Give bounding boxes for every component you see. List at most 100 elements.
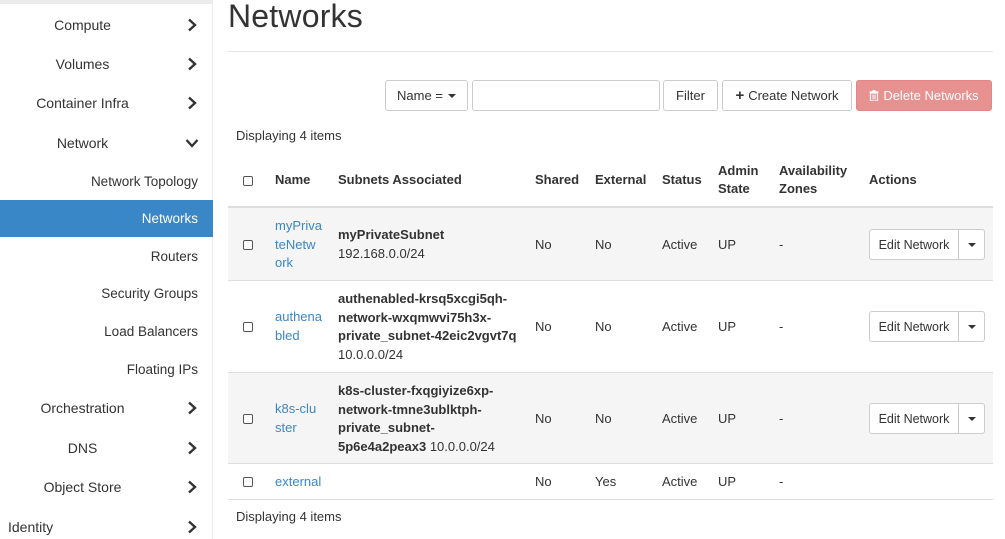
sidebar-item-label: Network: [56, 134, 109, 151]
filter-input[interactable]: [472, 80, 660, 111]
network-name-link[interactable]: myPriva teNetw ork: [275, 217, 322, 273]
subnet-name: network-tmne3ublktph-: [338, 401, 482, 417]
sidebar-item-orchestration[interactable]: Orchestration: [0, 389, 213, 426]
column-header-shared[interactable]: Shared: [535, 171, 579, 189]
row-actions: Edit Network: [869, 311, 985, 342]
delete-networks-button[interactable]: Delete Networks: [856, 80, 992, 111]
column-header-actions: Actions: [869, 172, 917, 187]
network-name-line: ster: [275, 419, 297, 435]
sidebar-item-dns[interactable]: DNS: [0, 429, 213, 466]
title-divider: [228, 51, 993, 52]
item-count-bottom: Displaying 4 items: [236, 509, 342, 524]
network-name-line: teNetw: [275, 236, 316, 252]
edit-network-button[interactable]: Edit Network: [869, 311, 959, 342]
sidebar-item-load-balancers[interactable]: Load Balancers: [0, 313, 213, 350]
sidebar-item-object-store[interactable]: Object Store: [0, 468, 213, 505]
sidebar-item-label: Volumes: [55, 55, 110, 72]
filter-field-select[interactable]: Name =: [385, 80, 468, 111]
subnet-name: myPrivateSubnet: [338, 227, 445, 242]
sidebar-item-identity[interactable]: Identity: [0, 508, 213, 539]
row-checkbox[interactable]: [243, 322, 253, 332]
filter-button[interactable]: Filter: [663, 80, 718, 111]
table-row: myPriva teNetw ork myPrivateSubnet 192.1…: [228, 208, 993, 281]
sidebar-item-container-infra[interactable]: Container Infra: [0, 84, 213, 121]
table-row: external No Yes Active UP -: [228, 464, 993, 500]
zones-cell: -: [779, 411, 784, 426]
chevron-right-icon: [188, 57, 197, 70]
column-header-availability-zones[interactable]: Availability Zones: [779, 162, 847, 198]
caret-down-icon: [447, 93, 456, 98]
actions-dropdown-toggle[interactable]: [959, 229, 985, 260]
network-name-line: myPriva: [275, 218, 322, 233]
sidebar-item-volumes[interactable]: Volumes: [0, 45, 213, 82]
shared-cell: No: [535, 474, 552, 489]
column-header-subnets[interactable]: Subnets Associated: [338, 171, 462, 189]
plus-icon: +: [735, 87, 745, 104]
admin-state-cell: UP: [718, 411, 737, 426]
subnet-name: private_subnet-42eic2vgvt7q: [338, 328, 517, 343]
column-header-admin-state[interactable]: Admin State: [718, 162, 758, 198]
subnet-name: 5p6e4a2peax3: [338, 438, 427, 454]
chevron-down-icon: [185, 138, 199, 148]
subnet-cidr: 192.168.0.0/24: [338, 245, 425, 261]
external-cell: No: [595, 319, 612, 334]
chevron-right-icon: [188, 18, 197, 31]
column-header-external[interactable]: External: [595, 171, 646, 189]
sidebar-item-network[interactable]: Network: [0, 124, 213, 161]
row-checkbox[interactable]: [243, 240, 253, 250]
subnets-cell: k8s-cluster-fxqgiyize6xp- network-tmne3u…: [338, 382, 495, 456]
admin-state-cell: UP: [718, 474, 737, 489]
column-header-line: Availability: [779, 163, 848, 178]
subnet-name: private_subnet-: [338, 420, 435, 435]
shared-cell: No: [535, 237, 552, 252]
sidebar-item-security-groups[interactable]: Security Groups: [0, 275, 213, 312]
column-header-status[interactable]: Status: [662, 171, 702, 189]
network-name-line: authena: [275, 309, 322, 324]
page-title: Networks: [228, 0, 363, 34]
row-actions: Edit Network: [869, 403, 985, 434]
row-checkbox[interactable]: [243, 414, 253, 424]
edit-network-button[interactable]: Edit Network: [869, 229, 959, 260]
network-name-link[interactable]: k8s-clu ster: [275, 400, 316, 437]
subnet-name: network-wxqmwvi75h3x-: [338, 309, 492, 325]
sidebar-item-floating-ips[interactable]: Floating IPs: [0, 351, 213, 388]
create-network-button[interactable]: + Create Network: [722, 80, 852, 111]
sidebar-item-networks[interactable]: Networks: [0, 200, 213, 237]
zones-cell: -: [779, 319, 784, 334]
sidebar-item-label: Compute: [54, 16, 111, 33]
sidebar-item-compute[interactable]: Compute: [0, 6, 213, 43]
sidebar-divider: [0, 0, 213, 4]
shared-cell: No: [535, 319, 552, 334]
chevron-right-icon: [188, 520, 197, 533]
sidebar-item-label: Container Infra: [36, 94, 129, 111]
select-all-checkbox[interactable]: [243, 176, 253, 186]
caret-down-icon: [967, 416, 976, 421]
sidebar-item-network-topology[interactable]: Network Topology: [0, 163, 213, 200]
table-row: k8s-clu ster k8s-cluster-fxqgiyize6xp- n…: [228, 373, 993, 464]
network-name-link[interactable]: external: [275, 473, 321, 492]
caret-down-icon: [967, 324, 976, 329]
actions-dropdown-toggle[interactable]: [959, 403, 985, 434]
column-header-name[interactable]: Name: [275, 171, 310, 189]
create-network-label: Create Network: [748, 88, 839, 103]
subnet-name: k8s-cluster-fxqgiyize6xp-: [338, 383, 494, 398]
table-row: authena bled authenabled-krsq5xcgi5qh- n…: [228, 281, 993, 373]
sidebar-item-label: Floating IPs: [126, 362, 198, 377]
sidebar-item-routers[interactable]: Routers: [0, 238, 213, 275]
edit-network-button[interactable]: Edit Network: [869, 403, 959, 434]
network-name-link[interactable]: authena bled: [275, 308, 322, 345]
subnet-cidr: 10.0.0.0/24: [429, 438, 495, 454]
delete-networks-label: Delete Networks: [883, 88, 979, 103]
status-cell: Active: [662, 237, 698, 252]
row-checkbox[interactable]: [243, 477, 253, 487]
external-cell: No: [595, 411, 612, 426]
actions-dropdown-toggle[interactable]: [959, 311, 985, 342]
sidebar-item-label: Load Balancers: [104, 324, 198, 339]
table-header: Name Subnets Associated Shared External …: [228, 153, 993, 208]
chevron-right-icon: [188, 480, 197, 493]
admin-state-cell: UP: [718, 319, 737, 334]
chevron-right-icon: [188, 401, 197, 414]
status-cell: Active: [662, 319, 698, 334]
status-cell: Active: [662, 411, 698, 426]
subnets-cell: authenabled-krsq5xcgi5qh- network-wxqmwv…: [338, 290, 516, 364]
